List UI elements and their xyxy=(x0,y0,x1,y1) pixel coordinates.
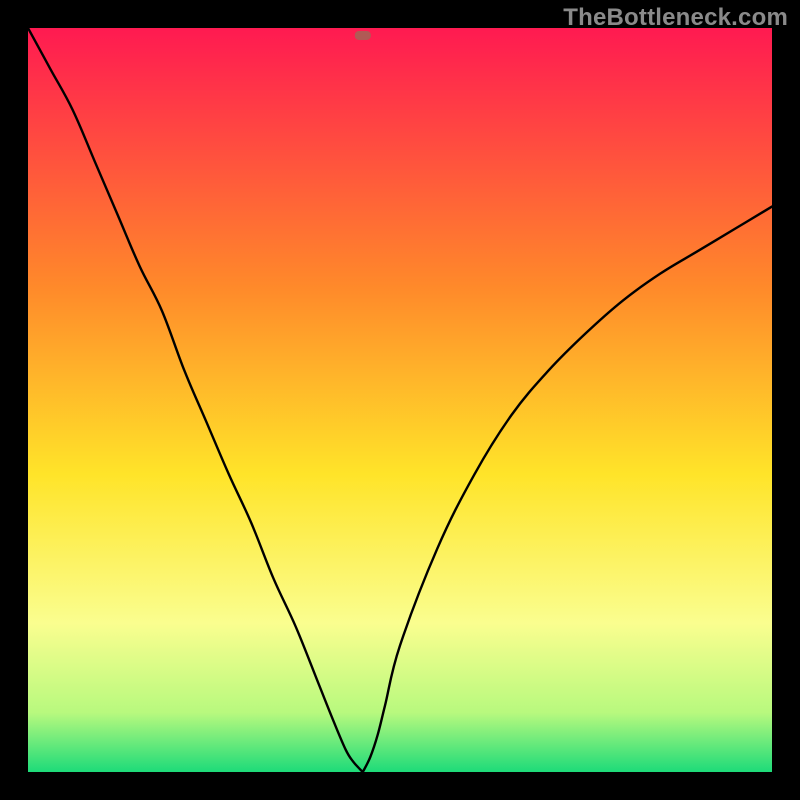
chart-svg xyxy=(28,28,772,772)
chart-background xyxy=(28,28,772,772)
watermark-text: TheBottleneck.com xyxy=(563,4,788,32)
plot-area xyxy=(28,28,772,772)
minimum-marker xyxy=(355,31,371,40)
chart-frame: TheBottleneck.com xyxy=(0,0,800,800)
